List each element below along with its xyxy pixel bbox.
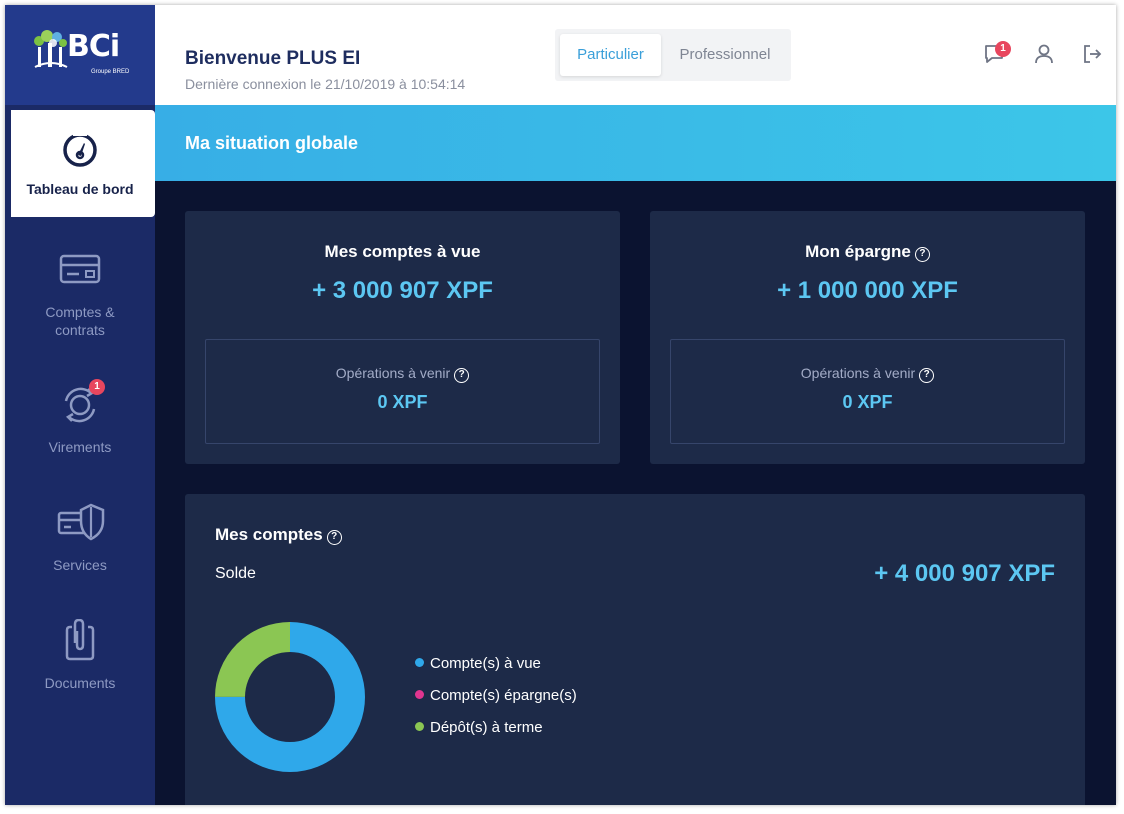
current-accounts-card[interactable]: Mes comptes à vue + 3 000 907 XPF Opérat…: [185, 211, 620, 464]
sidebar-item-label: Virements: [48, 439, 112, 455]
savings-amount: + 1 000 000 XPF: [777, 277, 958, 304]
messages-badge: 1: [995, 41, 1011, 57]
sidebar-item-services[interactable]: Services: [5, 483, 155, 593]
welcome-title: Bienvenue PLUS EI: [185, 48, 361, 69]
sidebar-item-dashboard[interactable]: Tableau de bord: [11, 110, 155, 217]
transfers-badge: 1: [89, 379, 105, 395]
upcoming-operations-label: Opérations à venir?: [206, 365, 599, 383]
brand-name: BCi: [67, 29, 120, 64]
sidebar-item-label: Comptes & contrats: [45, 304, 115, 338]
logout-icon[interactable]: [1081, 43, 1103, 65]
legend-item-current: Compte(s) à vue: [415, 655, 541, 672]
tab-particulier[interactable]: Particulier: [560, 34, 661, 76]
sidebar-item-accounts[interactable]: Comptes & contrats: [5, 230, 155, 340]
top-header: Bienvenue PLUS EI Dernière connexion le …: [155, 5, 1116, 105]
my-accounts-card: Mes comptes? Solde + 4 000 907 XPF Compt…: [185, 494, 1085, 805]
balance-label: Solde: [215, 565, 256, 582]
app-window: BCi Groupe BRED Tableau de bord Comptes …: [5, 5, 1116, 805]
tab-professionnel[interactable]: Professionnel: [665, 34, 785, 76]
legend-dot: [415, 722, 424, 731]
upcoming-operations-box: Opérations à venir? 0 XPF: [205, 339, 600, 444]
upcoming-operations-label: Opérations à venir?: [671, 365, 1064, 383]
sidebar-item-transfers[interactable]: Virements: [5, 365, 155, 475]
my-accounts-title-wrap: Mes comptes?: [215, 525, 342, 545]
clipboard-clip-icon: [65, 619, 95, 661]
help-icon[interactable]: ?: [326, 530, 342, 545]
card-icon: [59, 254, 101, 284]
last-login-text: Dernière connexion le 21/10/2019 à 10:54…: [185, 76, 466, 92]
section-banner: Ma situation globale: [155, 105, 1116, 181]
my-accounts-title: Mes comptes: [215, 525, 323, 544]
brand-tagline: Groupe BRED: [91, 69, 130, 75]
sidebar-item-label: Services: [53, 557, 107, 573]
upcoming-operations-amount: 0 XPF: [377, 392, 428, 412]
card-shield-icon: [57, 503, 105, 541]
dashboard-gauge-icon: [63, 130, 97, 167]
card-title: Mes comptes à vue: [324, 242, 481, 261]
user-icon[interactable]: [1033, 43, 1055, 65]
help-icon[interactable]: ?: [919, 368, 935, 383]
help-icon[interactable]: ?: [454, 368, 470, 383]
accounts-donut-chart: [215, 622, 365, 772]
sidebar: BCi Groupe BRED Tableau de bord Comptes …: [5, 5, 155, 805]
tree-logo-icon: [34, 30, 68, 68]
savings-card[interactable]: Mon épargne? + 1 000 000 XPF Opérations …: [650, 211, 1085, 464]
balance-amount: + 4 000 907 XPF: [874, 560, 1055, 587]
profile-switch: Particulier Professionnel: [555, 29, 791, 81]
sidebar-item-label: Documents: [44, 675, 116, 691]
banner-title: Ma situation globale: [185, 133, 359, 153]
current-accounts-amount: + 3 000 907 XPF: [312, 277, 493, 304]
upcoming-operations-box: Opérations à venir? 0 XPF: [670, 339, 1065, 444]
sidebar-item-documents[interactable]: Documents: [5, 601, 155, 711]
card-title-wrap: Mon épargne?: [650, 242, 1085, 262]
legend-dot: [415, 658, 424, 667]
legend-item-term-deposits: Dépôt(s) à terme: [415, 719, 543, 736]
help-icon[interactable]: ?: [914, 247, 930, 262]
sidebar-item-label: Tableau de bord: [26, 181, 134, 197]
legend-dot: [415, 690, 424, 699]
brand-logo[interactable]: BCi Groupe BRED: [5, 5, 155, 105]
legend-item-savings: Compte(s) épargne(s): [415, 687, 577, 704]
card-title: Mon épargne: [805, 242, 911, 261]
upcoming-operations-amount: 0 XPF: [842, 392, 893, 412]
